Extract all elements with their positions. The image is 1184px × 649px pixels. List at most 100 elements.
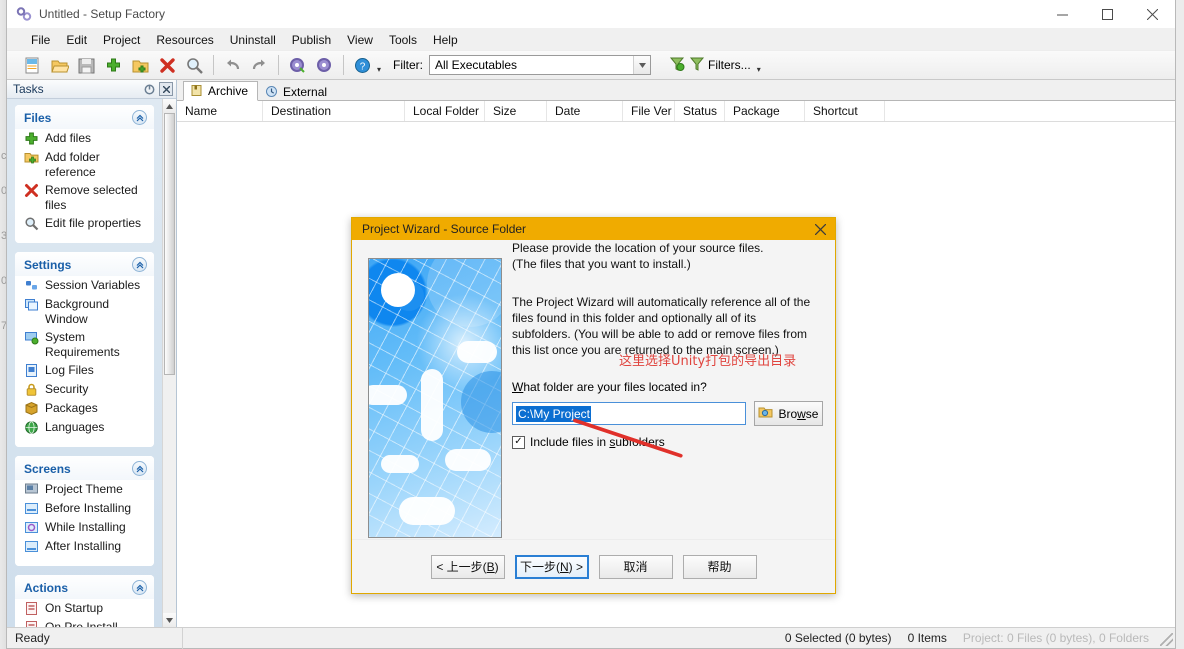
column-package[interactable]: Package (725, 101, 805, 121)
task-add-files[interactable]: Add files (24, 131, 148, 147)
source-folder-input[interactable]: C:\My Project (512, 402, 746, 425)
collapse-chevron-icon[interactable] (132, 257, 147, 272)
auto-hide-pin-icon[interactable] (142, 82, 156, 96)
close-icon[interactable] (159, 82, 173, 96)
tab-archive[interactable]: Archive (183, 81, 259, 101)
menu-publish[interactable]: Publish (284, 30, 339, 50)
menu-resources[interactable]: Resources (148, 30, 221, 50)
include-subfolders-row[interactable]: ✓ Include files in subfolders (512, 435, 823, 449)
browse-button[interactable]: Browse (753, 401, 823, 426)
task-label: On Pre Install (45, 620, 118, 627)
scrollbar-track[interactable] (163, 113, 176, 613)
menu-project[interactable]: Project (95, 30, 148, 50)
task-group-body: On Startup On Pre Install (15, 599, 154, 627)
task-while-installing[interactable]: While Installing (24, 520, 148, 536)
padlock-icon (24, 382, 40, 398)
menu-file[interactable]: File (23, 30, 58, 50)
collapse-chevron-icon[interactable] (132, 110, 147, 125)
save-project-icon[interactable] (73, 53, 99, 77)
gear-shape (427, 259, 501, 327)
help-icon[interactable]: ? (349, 53, 375, 77)
scrollbar-thumb[interactable] (164, 113, 175, 375)
task-packages[interactable]: Packages (24, 401, 148, 417)
task-add-folder-reference[interactable]: Add folder reference (24, 150, 148, 180)
collapse-chevron-icon[interactable] (132, 461, 147, 476)
filter-funnel-icon (689, 56, 705, 75)
task-system-requirements[interactable]: System Requirements (24, 330, 148, 360)
next-button[interactable]: 下一步(N) > (514, 554, 589, 579)
scroll-down-arrow-icon[interactable] (163, 613, 176, 627)
file-list-column-header: Name Destination Local Folder Size Date … (177, 101, 1175, 122)
column-size[interactable]: Size (485, 101, 547, 121)
toolbar: ? ▾ Filter: All Executables Filters... ▾ (7, 51, 1175, 80)
new-project-icon[interactable] (19, 53, 45, 77)
system-icon (24, 330, 40, 346)
redo-icon[interactable] (246, 53, 272, 77)
column-shortcut[interactable]: Shortcut (805, 101, 885, 121)
collapse-chevron-icon[interactable] (132, 580, 147, 595)
maximize-button[interactable] (1085, 0, 1130, 29)
add-files-icon[interactable] (100, 53, 126, 77)
moon-shape (381, 273, 415, 307)
menu-uninstall[interactable]: Uninstall (222, 30, 284, 50)
task-label: Packages (45, 401, 98, 415)
column-date[interactable]: Date (547, 101, 623, 121)
add-folder-icon[interactable] (127, 53, 153, 77)
dialog-close-icon[interactable] (805, 218, 835, 240)
close-button[interactable] (1130, 0, 1175, 29)
column-destination[interactable]: Destination (263, 101, 405, 121)
task-group-header[interactable]: Settings (15, 252, 154, 276)
menu-view[interactable]: View (339, 30, 381, 50)
filters-button[interactable]: Filters... (661, 56, 751, 75)
toolbar-overflow-chevron-icon[interactable]: ▾ (377, 65, 381, 74)
help-button[interactable]: 帮助 (682, 554, 757, 579)
task-on-startup[interactable]: On Startup (24, 601, 148, 617)
question-rest: hat folder are your files located in? (523, 380, 707, 394)
task-remove-selected-files[interactable]: Remove selected files (24, 183, 148, 213)
menu-tools[interactable]: Tools (381, 30, 425, 50)
remove-files-icon[interactable] (154, 53, 180, 77)
tab-strip: Archive External (177, 80, 1175, 101)
chevron-down-icon[interactable] (633, 56, 651, 74)
task-on-pre-install[interactable]: On Pre Install (24, 620, 148, 627)
task-label: Session Variables (45, 278, 141, 292)
task-security[interactable]: Security (24, 382, 148, 398)
task-after-installing[interactable]: After Installing (24, 539, 148, 555)
setup-factory-icon (16, 6, 32, 22)
undo-icon[interactable] (219, 53, 245, 77)
tasks-scrollbar[interactable] (162, 99, 176, 627)
column-name[interactable]: Name (177, 101, 263, 121)
include-subfolders-checkbox[interactable]: ✓ (512, 435, 525, 449)
column-local-folder[interactable]: Local Folder (405, 101, 485, 121)
search-icon[interactable] (181, 53, 207, 77)
menu-help[interactable]: Help (425, 30, 466, 50)
task-log-files[interactable]: Log Files (24, 363, 148, 379)
resize-grip-icon[interactable] (1160, 633, 1173, 646)
filter-combobox[interactable]: All Executables (429, 55, 652, 75)
task-group-header[interactable]: Screens (15, 456, 154, 480)
back-button[interactable]: < 上一步(B) (430, 554, 505, 579)
filters-dropdown-chevron-icon[interactable]: ▾ (757, 65, 761, 74)
menu-edit[interactable]: Edit (58, 30, 95, 50)
task-background-window[interactable]: Background Window (24, 297, 148, 327)
tasks-scroll-wrapper: Files Add files Add folder reference Rem… (7, 99, 176, 627)
minimize-button[interactable] (1040, 0, 1085, 29)
task-session-variables[interactable]: Session Variables (24, 278, 148, 294)
source-folder-value: C:\My Project (516, 405, 592, 422)
build-settings-icon[interactable] (284, 53, 310, 77)
task-label: System Requirements (45, 330, 120, 359)
cancel-button[interactable]: 取消 (598, 554, 673, 579)
open-project-icon[interactable] (46, 53, 72, 77)
task-group-header[interactable]: Actions (15, 575, 154, 599)
task-languages[interactable]: Languages (24, 420, 148, 436)
task-edit-file-properties[interactable]: Edit file properties (24, 216, 148, 232)
scroll-up-arrow-icon[interactable] (163, 99, 176, 113)
settings-gear-icon[interactable] (311, 53, 337, 77)
task-before-installing[interactable]: Before Installing (24, 501, 148, 517)
task-project-theme[interactable]: Project Theme (24, 482, 148, 498)
tab-external[interactable]: External (258, 81, 337, 101)
column-status[interactable]: Status (675, 101, 725, 121)
task-group-header[interactable]: Files (15, 105, 154, 129)
column-file-ver[interactable]: File Ver (623, 101, 675, 121)
gear-shape (461, 371, 501, 433)
